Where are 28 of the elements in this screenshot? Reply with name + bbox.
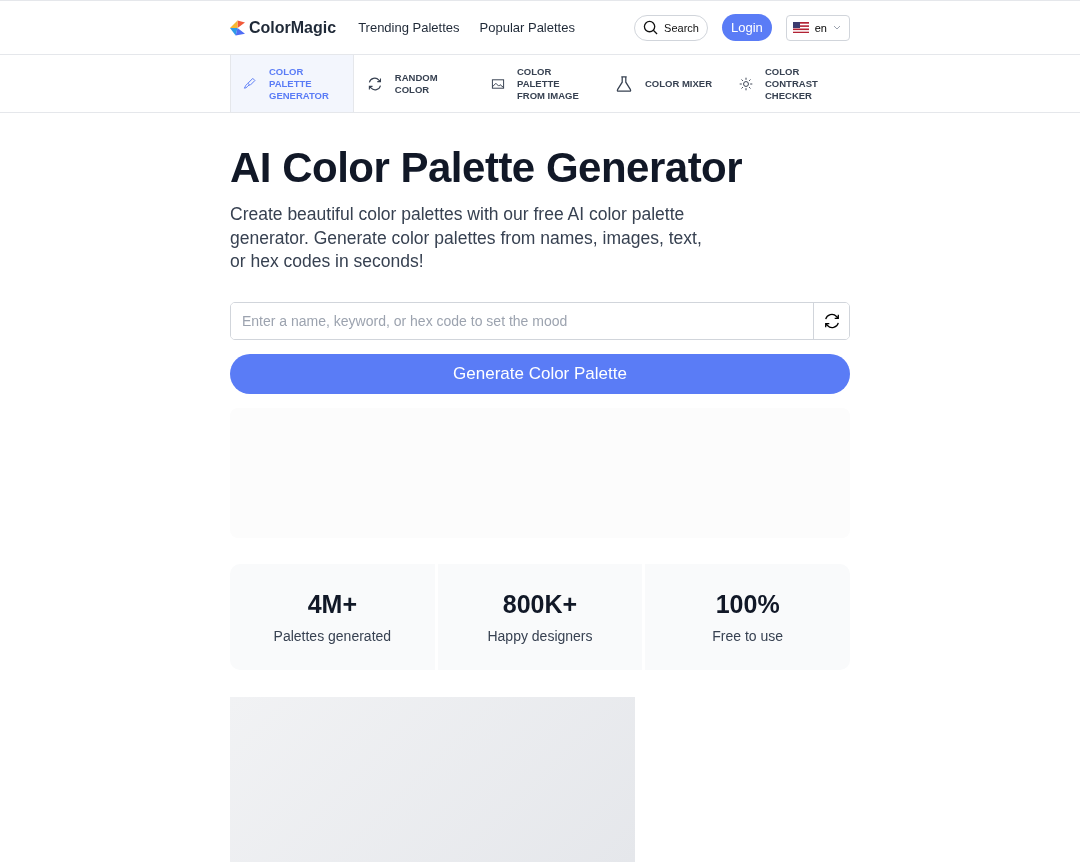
chevron-down-icon xyxy=(833,25,841,30)
prompt-field[interactable]: Enter a name, keyword, or hex code to set the mood xyxy=(230,301,850,340)
language-select[interactable]: en xyxy=(785,14,850,41)
logo-icon xyxy=(230,19,245,36)
generate-button[interactable]: Generate Color Palette xyxy=(230,353,850,394)
refresh-icon xyxy=(822,311,841,330)
stat-value: 800K+ xyxy=(502,589,578,619)
logo-text: ColorMagic xyxy=(249,18,337,37)
tool-tab[interactable]: COLOR PALETTE GENERATOR xyxy=(230,55,354,112)
search-icon xyxy=(643,20,659,35)
tool-tab[interactable]: COLOR MIXER xyxy=(602,55,726,112)
stat-label: Happy designers xyxy=(487,627,593,644)
stat-value: 4M+ xyxy=(307,589,357,619)
login-button[interactable]: Login xyxy=(721,14,772,41)
search-button[interactable]: Search xyxy=(634,14,708,41)
shuffle-button[interactable] xyxy=(813,302,849,339)
nav-link[interactable]: Trending Palettes xyxy=(358,20,460,35)
flask-icon xyxy=(615,74,633,93)
stat-label: Free to use xyxy=(712,627,784,644)
stat-label: Palettes generated xyxy=(273,627,392,644)
nav-link[interactable]: Popular Palettes xyxy=(479,20,575,35)
page-title: AI Color Palette Generator xyxy=(230,143,744,193)
tool-tab[interactable]: COLOR CONTRAST CHECKER xyxy=(726,55,850,112)
intro-text: Create beautiful color palettes with our free AI color palette generator. Generate color palettes from names, images, text, or hex codes in seconds! xyxy=(230,203,703,273)
tool-tab[interactable]: RANDOM COLOR xyxy=(354,55,478,112)
tool-tab[interactable]: COLOR PALETTE FROM IMAGE xyxy=(478,55,602,112)
flag-icon xyxy=(792,22,809,33)
stat-value: 100% xyxy=(715,589,780,619)
